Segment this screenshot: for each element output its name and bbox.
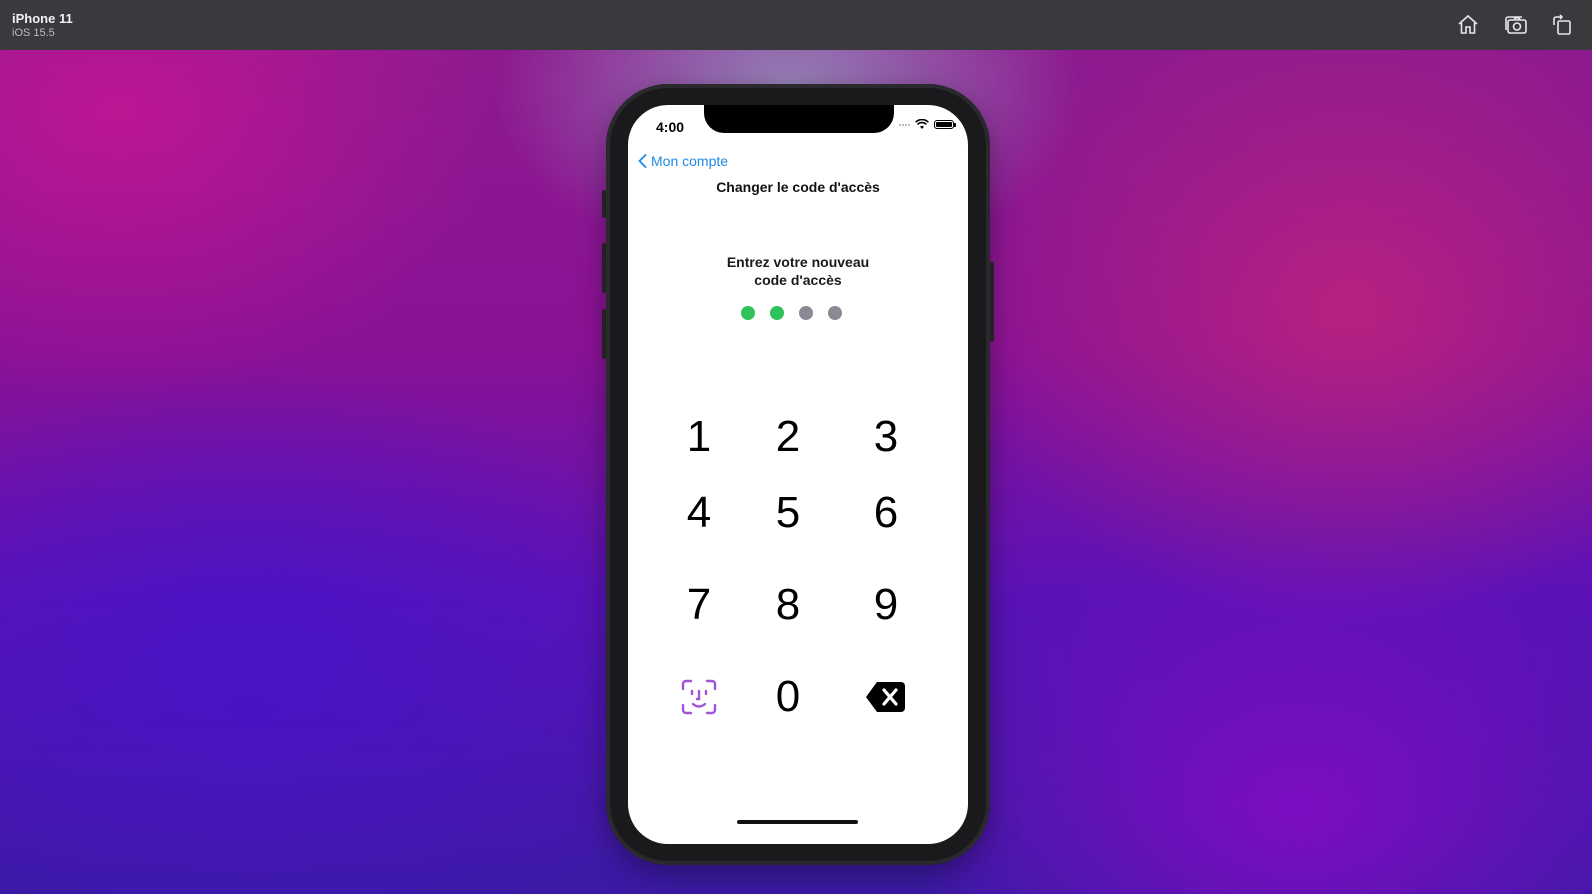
- key-7[interactable]: 7: [664, 575, 734, 635]
- key-6[interactable]: 6: [851, 483, 921, 543]
- key-1[interactable]: 1: [664, 407, 734, 467]
- key-0[interactable]: 0: [753, 667, 823, 727]
- key-8[interactable]: 8: [753, 575, 823, 635]
- device-name: iPhone 11: [12, 11, 73, 26]
- home-indicator: [737, 820, 858, 824]
- screenshot-icon[interactable]: [1504, 13, 1528, 37]
- chevron-left-icon: [638, 154, 647, 168]
- phone-screen: 4:00 Mon compte Changer le code d'accès …: [628, 105, 968, 844]
- status-icons: [899, 119, 956, 130]
- back-button[interactable]: Mon compte: [638, 153, 728, 169]
- rotate-icon[interactable]: [1550, 13, 1574, 37]
- page-title: Changer le code d'accès: [716, 179, 880, 195]
- wifi-icon: [915, 119, 929, 129]
- home-icon[interactable]: [1456, 13, 1480, 37]
- key-3[interactable]: 3: [851, 407, 921, 467]
- delete-icon: [866, 682, 905, 712]
- face-id-icon: [681, 679, 717, 715]
- os-version: iOS 15.5: [12, 27, 55, 39]
- passcode-prompt: Entrez votre nouveau code d'accès: [628, 253, 968, 289]
- delete-button[interactable]: [851, 667, 921, 727]
- status-time: 4:00: [656, 119, 685, 135]
- cellular-signal-icon: [899, 123, 910, 126]
- volume-up-button: [602, 243, 606, 293]
- simulator-title-bar: iPhone 11 iOS 15.5: [0, 0, 1592, 50]
- key-4[interactable]: 4: [664, 483, 734, 543]
- key-2[interactable]: 2: [753, 407, 823, 467]
- passcode-dot-empty: [799, 306, 813, 320]
- passcode-indicator: [741, 306, 842, 320]
- passcode-prompt-line-1: Entrez votre nouveau: [726, 254, 870, 270]
- back-button-label: Mon compte: [651, 153, 729, 169]
- mute-switch: [602, 190, 606, 218]
- passcode-dot-filled: [741, 306, 755, 320]
- passcode-dot-empty: [828, 306, 842, 320]
- face-id-button[interactable]: [664, 667, 734, 727]
- passcode-dot-filled: [770, 306, 784, 320]
- power-button: [990, 262, 994, 342]
- key-9[interactable]: 9: [851, 575, 921, 635]
- notch: [704, 105, 894, 133]
- key-5[interactable]: 5: [753, 483, 823, 543]
- volume-down-button: [602, 309, 606, 359]
- passcode-prompt-line-2: code d'accès: [754, 272, 842, 288]
- battery-icon: [934, 120, 956, 129]
